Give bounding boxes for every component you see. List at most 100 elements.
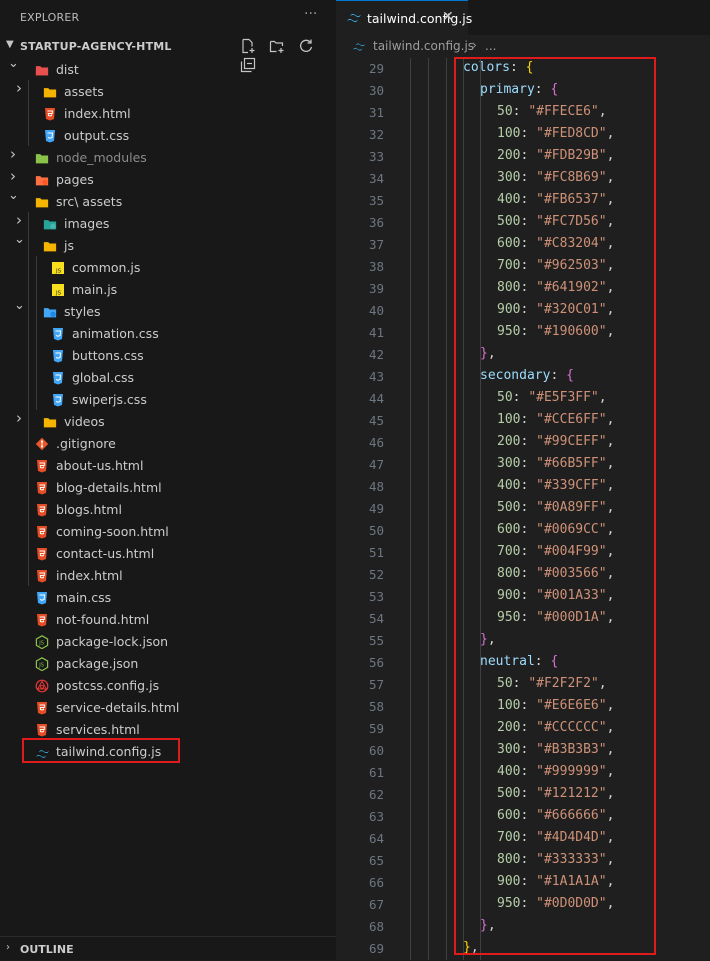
tree-item-label: coming-soon.html: [56, 524, 169, 539]
html-file-icon: [35, 700, 49, 715]
tree-file[interactable]: service-details.html: [0, 696, 336, 718]
folder-icon: [35, 172, 49, 186]
tree-folder[interactable]: › videos: [0, 410, 336, 432]
tree-item-label: not-found.html: [56, 612, 150, 627]
folder-icon: [35, 150, 49, 164]
indent-guide: [28, 212, 29, 586]
tree-file[interactable]: about-us.html: [0, 454, 336, 476]
tree-file[interactable]: swiperjs.css: [0, 388, 336, 410]
line-number: 56: [368, 655, 384, 670]
tree-file[interactable]: main.css: [0, 586, 336, 608]
tree-file[interactable]: .gitignore: [0, 432, 336, 454]
chevron-right-icon[interactable]: ›: [14, 411, 24, 426]
line-number: 61: [368, 765, 384, 780]
tree-folder[interactable]: › node_modules: [0, 146, 336, 168]
tree-folder[interactable]: ⌄ js: [0, 233, 336, 256]
html-file-icon: [35, 524, 49, 539]
line-number: 36: [368, 215, 384, 230]
tree-file[interactable]: index.html: [0, 564, 336, 586]
tree-file[interactable]: JS main.js: [0, 278, 336, 300]
line-number: 65: [368, 853, 384, 868]
line-number: 31: [368, 105, 384, 120]
html-file-icon: [35, 502, 49, 517]
tree-folder[interactable]: ⌄ styles: [0, 299, 336, 322]
tree-file[interactable]: not-found.html: [0, 608, 336, 630]
refresh-icon[interactable]: [298, 38, 314, 54]
outline-section[interactable]: › OUTLINE: [0, 936, 336, 961]
chevron-down-icon[interactable]: ⌄: [14, 299, 25, 312]
html-file-icon: [35, 458, 49, 473]
line-number: 53: [368, 589, 384, 604]
folder-icon: [43, 414, 57, 428]
tree-file[interactable]: JS package.json: [0, 652, 336, 674]
tree-item-label: service-details.html: [56, 700, 180, 715]
tree-folder[interactable]: › assets: [0, 80, 336, 102]
new-file-icon[interactable]: [240, 38, 256, 54]
breadcrumb: tailwind.config.js › ...: [336, 35, 710, 57]
css-file-icon: [43, 128, 57, 143]
chevron-down-icon[interactable]: ⌄: [8, 189, 19, 202]
line-number: 34: [368, 171, 384, 186]
chevron-right-icon[interactable]: ›: [14, 81, 24, 96]
tree-item-label: global.css: [72, 370, 134, 385]
html-file-icon: [35, 480, 49, 495]
tree-item-label: dist: [56, 62, 79, 77]
explorer-sidebar: EXPLORER ··· ▼ STARTUP-AGENCY-HTML ⌄ dist…: [0, 0, 336, 960]
line-number: 46: [368, 435, 384, 450]
css-file-icon: [51, 348, 65, 363]
tree-file[interactable]: animation.css: [0, 322, 336, 344]
svg-text:JS: JS: [55, 269, 62, 275]
tree-file[interactable]: contact-us.html: [0, 542, 336, 564]
tree-folder[interactable]: › pages: [0, 168, 336, 190]
css-file-icon: [35, 590, 49, 605]
tree-file[interactable]: JS package-lock.json: [0, 630, 336, 652]
line-number: 54: [368, 611, 384, 626]
folder-icon: [43, 304, 57, 318]
postcss-icon: [35, 678, 49, 693]
line-number: 33: [368, 149, 384, 164]
tree-folder[interactable]: ⌄ src\ assets: [0, 189, 336, 212]
tree-folder[interactable]: ⌄ dist: [0, 57, 336, 80]
line-number: 35: [368, 193, 384, 208]
indent-guide: [428, 58, 429, 960]
tree-file[interactable]: postcss.config.js: [0, 674, 336, 696]
more-actions-icon[interactable]: ···: [304, 6, 317, 22]
close-icon[interactable]: ✕: [442, 9, 454, 25]
chevron-down-icon[interactable]: ▼: [6, 39, 14, 50]
line-number: 48: [368, 479, 384, 494]
project-root[interactable]: ▼ STARTUP-AGENCY-HTML: [0, 36, 336, 73]
tree-file[interactable]: blogs.html: [0, 498, 336, 520]
chevron-right-icon[interactable]: ›: [8, 169, 18, 184]
line-number: 64: [368, 831, 384, 846]
tree-file[interactable]: blog-details.html: [0, 476, 336, 498]
tree-file[interactable]: services.html: [0, 718, 336, 740]
tree-file[interactable]: index.html: [0, 102, 336, 124]
chevron-right-icon[interactable]: ›: [6, 942, 10, 953]
tree-item-label: pages: [56, 172, 94, 187]
tree-folder[interactable]: › images: [0, 212, 336, 234]
html-file-icon: [35, 722, 49, 737]
tree-file[interactable]: global.css: [0, 366, 336, 388]
tree-item-label: output.css: [64, 128, 130, 143]
tab-tailwind-config[interactable]: tailwind.config.js ✕: [336, 0, 472, 35]
tree-file[interactable]: buttons.css: [0, 344, 336, 366]
tree-item-label: assets: [64, 84, 104, 99]
tree-file[interactable]: output.css: [0, 124, 336, 146]
tree-item-label: swiperjs.css: [72, 392, 147, 407]
tree-file[interactable]: coming-soon.html: [0, 520, 336, 542]
line-number: 32: [368, 127, 384, 142]
chevron-down-icon[interactable]: ⌄: [14, 233, 25, 246]
line-number: 42: [368, 347, 384, 362]
chevron-down-icon[interactable]: ⌄: [8, 57, 19, 70]
chevron-right-icon[interactable]: ›: [14, 213, 24, 228]
line-number: 45: [368, 413, 384, 428]
project-name: STARTUP-AGENCY-HTML: [20, 40, 172, 53]
line-number: 62: [368, 787, 384, 802]
breadcrumb-file[interactable]: tailwind.config.js: [373, 39, 474, 53]
folder-icon: [43, 238, 57, 252]
tree-file[interactable]: JS common.js: [0, 256, 336, 278]
chevron-right-icon[interactable]: ›: [8, 147, 18, 162]
breadcrumb-more[interactable]: ...: [485, 39, 496, 53]
new-folder-icon[interactable]: [269, 38, 285, 54]
indent-guide: [36, 256, 37, 322]
